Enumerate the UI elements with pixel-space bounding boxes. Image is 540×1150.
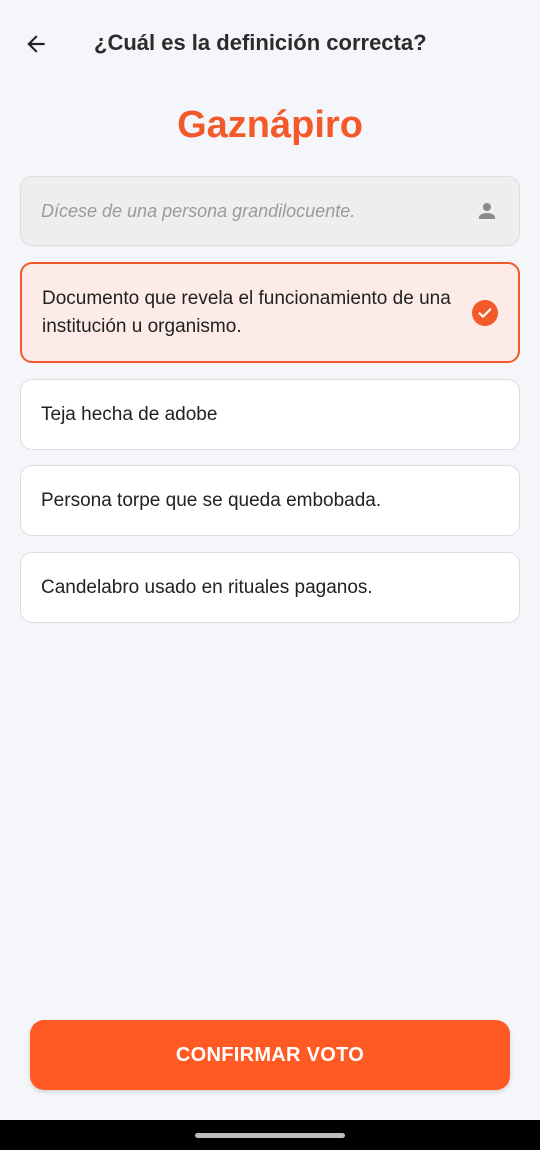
- option-text: Documento que revela el funcionamiento d…: [42, 287, 451, 337]
- page-title: ¿Cuál es la definición correcta?: [94, 30, 427, 55]
- suggestion-input[interactable]: Dícese de una persona grandilocuente.: [20, 176, 520, 246]
- option-text: Candelabro usado en rituales paganos.: [41, 576, 373, 598]
- system-nav-bar: [0, 1120, 540, 1150]
- option-text: Persona torpe que se queda embobada.: [41, 489, 382, 511]
- home-handle[interactable]: [195, 1133, 345, 1138]
- option-card-4[interactable]: Candelabro usado en rituales paganos.: [20, 552, 520, 623]
- option-card-1[interactable]: Documento que revela el funcionamiento d…: [20, 262, 520, 363]
- app-bar: ¿Cuál es la definición correcta?: [0, 0, 540, 88]
- person-icon: [479, 203, 495, 219]
- back-button[interactable]: [14, 22, 58, 66]
- word-title: Gaznápiro: [177, 104, 363, 146]
- arrow-left-icon: [27, 35, 45, 53]
- suggestion-placeholder: Dícese de una persona grandilocuente.: [41, 201, 356, 221]
- option-text: Teja hecha de adobe: [41, 403, 218, 425]
- confirm-vote-button[interactable]: CONFIRMAR VOTO: [30, 1020, 510, 1090]
- option-card-2[interactable]: Teja hecha de adobe: [20, 379, 520, 450]
- option-card-3[interactable]: Persona torpe que se queda embobada.: [20, 465, 520, 536]
- check-circle-icon: [472, 299, 498, 326]
